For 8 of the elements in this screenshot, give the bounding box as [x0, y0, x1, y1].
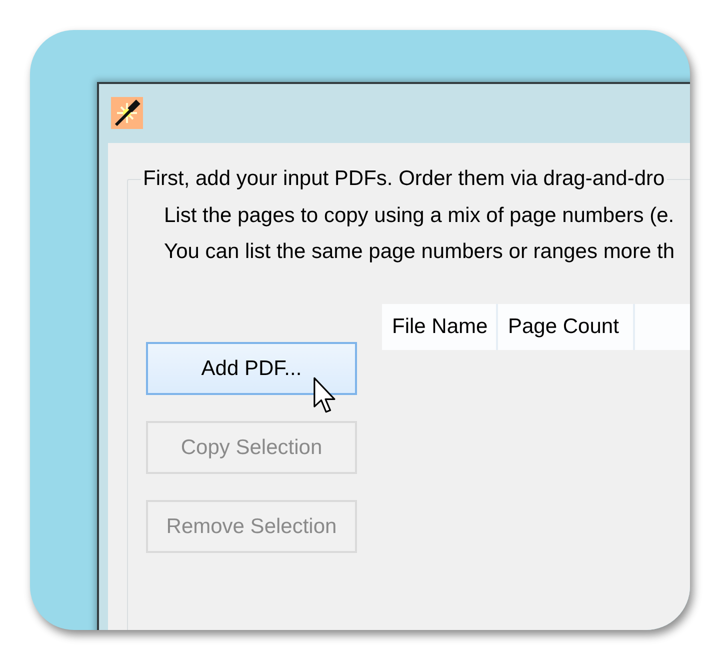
instruction-text: You can list the same page numbers or ranges more th — [164, 239, 675, 265]
group-title: First, add your input PDFs. Order them via drag-and-dro — [142, 169, 666, 189]
column-header[interactable]: File Name — [382, 304, 498, 350]
instruction-text: List the pages to copy using a mix of page numbers (e. — [164, 203, 674, 229]
cursor-icon — [313, 377, 338, 415]
column-header[interactable]: Page Count — [498, 304, 635, 350]
hammer-icon — [111, 97, 143, 129]
add-pdf-button[interactable]: Add PDF... — [146, 342, 357, 395]
